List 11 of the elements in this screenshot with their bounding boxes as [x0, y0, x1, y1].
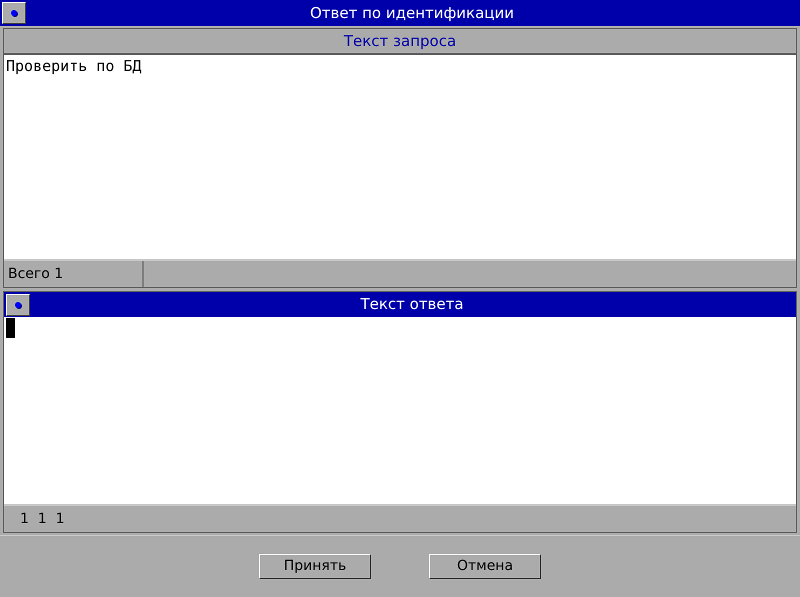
cancel-button[interactable]: Отмена [429, 554, 541, 579]
request-text-area[interactable]: Проверить по БД [4, 55, 796, 259]
accept-button[interactable]: Принять [259, 554, 371, 579]
header-label: Текст запроса [344, 30, 456, 52]
window-title: Ответ по идентификации [308, 2, 516, 24]
system-menu-button[interactable] [2, 2, 26, 24]
cursor-position: 1 1 1 [20, 510, 65, 528]
response-title: Текст ответа [359, 294, 465, 316]
text-cursor [6, 318, 15, 338]
status-count: Всего 1 [4, 261, 144, 287]
system-menu-button[interactable] [6, 294, 30, 316]
